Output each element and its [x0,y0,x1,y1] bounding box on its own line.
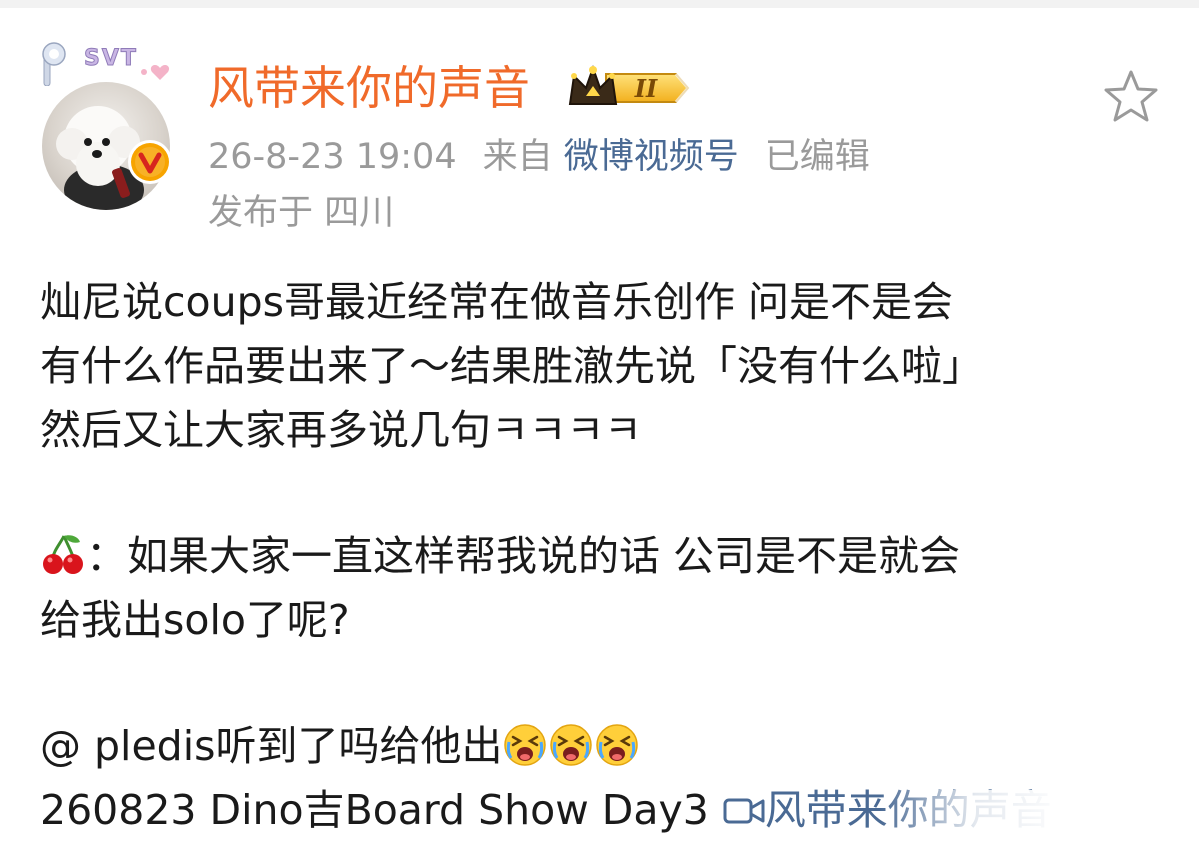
post-timestamp: 26-8-23 19:04 [208,137,457,177]
body-line: ：如果大家一直这样帮我说的话 公司是不是就会 [40,524,1170,588]
mention-line[interactable]: @ pledis听到了吗给他出 [40,722,502,770]
crying-face-emoji [594,722,640,768]
post-location: 发布于 四川 [208,193,395,233]
body-line: 有什么作品要出来了～结果胜澈先说「没有什么啦」 [40,342,983,390]
post-meta: 26-8-23 19:04 来自 微博视频号 已编辑 [208,132,870,182]
source-link[interactable]: 微博视频号 [564,137,739,177]
avatar-decoration: SVT [40,42,174,87]
username[interactable]: 风带来你的声音 [208,56,530,120]
crown-icon [568,64,618,105]
avatar-decoration-text: SVT [84,46,138,72]
crying-face-emoji [502,722,548,768]
verified-v-icon [131,143,169,181]
level-badge[interactable]: II [566,62,692,114]
body-line: 灿尼说coups哥最近经常在做音乐创作 问是不是会 [40,278,954,326]
body-line-text: ：如果大家一直这样帮我说的话 公司是不是就会 [86,532,961,580]
source-prefix: 来自 [482,137,553,177]
level-badge-text: II [634,74,658,103]
text-fade-overlay [880,790,1199,852]
cherry-emoji [40,532,86,578]
avatar[interactable]: SVT [40,42,174,210]
body-line: 然后又让大家再多说几句ㅋㅋㅋㅋ [40,406,642,454]
star-outline-icon[interactable] [1102,68,1160,126]
crying-face-emoji [548,722,594,768]
video-title-text: 260823 Dino吉Board Show Day3 [40,786,709,834]
verified-badge [128,140,172,184]
video-camera-icon[interactable] [723,782,765,824]
body-line: 给我出solo了呢? [40,596,350,644]
body-line: @ pledis听到了吗给他出 [40,714,1170,778]
top-divider [0,0,1199,8]
edited-label[interactable]: 已编辑 [765,137,870,177]
post-body: 灿尼说coups哥最近经常在做音乐创作 问是不是会 有什么作品要出来了～结果胜澈… [40,270,1170,842]
